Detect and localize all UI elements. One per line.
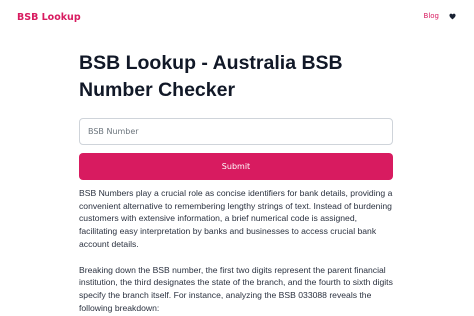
top-navbar: BSB Lookup Blog [0,0,474,40]
intro-paragraph: BSB Numbers play a crucial role as conci… [79,188,393,249]
heart-icon[interactable] [449,13,456,20]
bsb-number-input[interactable] [79,118,393,145]
main-content: BSB Lookup - Australia BSB Number Checke… [79,50,393,314]
nav-blog-link[interactable]: Blog [424,12,439,20]
nav-links: Blog [424,12,456,20]
submit-button[interactable]: Submit [79,153,393,180]
page-title: BSB Lookup - Australia BSB Number Checke… [79,52,343,101]
breakdown-paragraph: Breaking down the BSB number, the first … [79,264,393,313]
heart-icon-glyph [449,13,456,19]
page: BSB Lookup Blog BSB Lookup - Australia B… [0,0,474,316]
brand-link[interactable]: BSB Lookup [17,12,81,23]
